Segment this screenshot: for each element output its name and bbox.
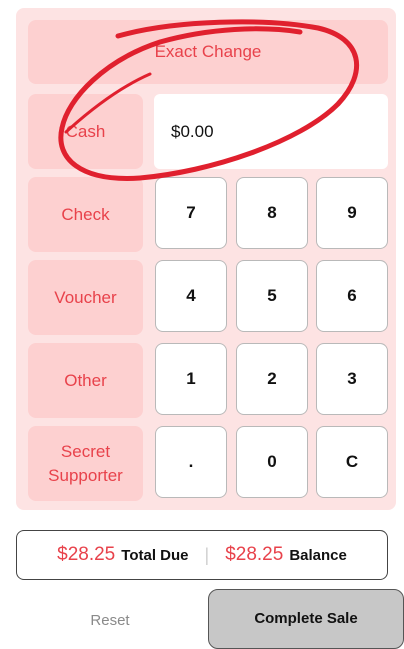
key-4[interactable]: 4 bbox=[155, 260, 227, 332]
other-button[interactable]: Other bbox=[28, 343, 143, 418]
balance-amount: $28.25 bbox=[225, 544, 284, 565]
key-0[interactable]: 0 bbox=[236, 426, 308, 498]
key-7[interactable]: 7 bbox=[155, 177, 227, 249]
totals-summary: $28.25 Total Due | $28.25 Balance bbox=[16, 530, 388, 580]
key-9[interactable]: 9 bbox=[316, 177, 388, 249]
key-clear[interactable]: C bbox=[316, 426, 388, 498]
total-due-amount: $28.25 bbox=[57, 544, 116, 565]
key-1[interactable]: 1 bbox=[155, 343, 227, 415]
key-5-label: 5 bbox=[267, 286, 277, 305]
complete-sale-label: Complete Sale bbox=[254, 610, 358, 627]
secret-supporter-label: Secret Supporter bbox=[48, 441, 123, 485]
balance-label: Balance bbox=[289, 546, 347, 564]
key-6-label: 6 bbox=[347, 286, 357, 305]
key-2-label: 2 bbox=[267, 369, 277, 388]
key-0-label: 0 bbox=[267, 452, 277, 471]
reset-button[interactable]: Reset bbox=[60, 608, 160, 632]
key-1-label: 1 bbox=[186, 369, 196, 388]
key-decimal-label: . bbox=[188, 452, 194, 471]
amount-display: $0.00 bbox=[154, 94, 388, 169]
secret-supporter-button[interactable]: Secret Supporter bbox=[28, 426, 143, 501]
key-4-label: 4 bbox=[186, 286, 196, 305]
total-due-label: Total Due bbox=[121, 546, 189, 564]
key-8-label: 8 bbox=[267, 203, 277, 222]
check-button[interactable]: Check bbox=[28, 177, 143, 252]
other-label: Other bbox=[64, 370, 107, 390]
complete-sale-button[interactable]: Complete Sale bbox=[208, 589, 404, 649]
key-5[interactable]: 5 bbox=[236, 260, 308, 332]
key-6[interactable]: 6 bbox=[316, 260, 388, 332]
key-decimal[interactable]: . bbox=[155, 426, 227, 498]
reset-label: Reset bbox=[90, 611, 130, 629]
exact-change-label: Exact Change bbox=[154, 42, 262, 61]
summary-separator: | bbox=[204, 544, 210, 565]
key-9-label: 9 bbox=[347, 203, 357, 222]
voucher-label: Voucher bbox=[54, 287, 117, 307]
key-2[interactable]: 2 bbox=[236, 343, 308, 415]
key-8[interactable]: 8 bbox=[236, 177, 308, 249]
key-3[interactable]: 3 bbox=[316, 343, 388, 415]
key-7-label: 7 bbox=[186, 203, 196, 222]
key-3-label: 3 bbox=[347, 369, 357, 388]
check-label: Check bbox=[61, 204, 110, 224]
cash-button[interactable]: Cash bbox=[28, 94, 143, 169]
key-clear-label: C bbox=[345, 452, 359, 471]
exact-change-button[interactable]: Exact Change bbox=[28, 20, 388, 84]
amount-value: $0.00 bbox=[171, 121, 214, 141]
voucher-button[interactable]: Voucher bbox=[28, 260, 143, 335]
cash-label: Cash bbox=[65, 121, 106, 141]
